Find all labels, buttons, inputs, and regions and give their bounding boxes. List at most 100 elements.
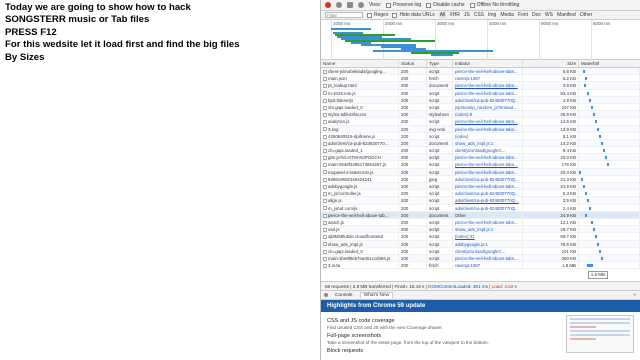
request-name[interactable]: m_js/ud.com/js — [321, 204, 399, 211]
table-row[interactable]: ads/client/ca-pub-824830770... 200 documen… — [321, 139, 640, 148]
request-name[interactable]: mopanel-2-latest.min.js — [321, 168, 399, 175]
request-name[interactable]: 828619692346424241 — [321, 175, 399, 182]
filter-input[interactable]: Filter — [325, 12, 363, 18]
request-initiator[interactable]: pierce-the-veil-hell-above-tabs... — [453, 118, 523, 125]
table-row[interactable]: styles.5dfe42faccss 200 stylesheet (index):… — [321, 111, 640, 119]
filter-type-media[interactable]: Media — [499, 12, 515, 18]
request-initiator[interactable]: pierce-the-veil-hell-above-tabs... — [453, 254, 523, 262]
request-name[interactable]: pt_lookup.html — [321, 82, 399, 89]
initiator-link[interactable]: Other — [455, 213, 466, 218]
tab-console[interactable]: Console — [332, 293, 356, 298]
request-initiator[interactable]: Other — [453, 211, 523, 218]
initiator-link[interactable]: (index) — [455, 134, 468, 139]
column-header-status[interactable]: Status — [399, 60, 427, 67]
initiator-link[interactable]: (index):8 — [455, 112, 472, 117]
initiator-link[interactable]: pierce-the-veil-hell-above-tabs... — [455, 119, 518, 124]
initiator-link[interactable]: client/js/onload/googleC... — [455, 148, 505, 153]
clear-icon[interactable] — [336, 2, 342, 8]
request-name[interactable]: watch.js — [321, 218, 399, 226]
request-name[interactable]: pierce-the-veil-hell-above-tab... — [321, 211, 399, 218]
request-initiator[interactable]: ads/client/ca-pub-824830770Q... — [453, 197, 523, 204]
request-name[interactable]: osd.js — [321, 226, 399, 233]
request-initiator[interactable]: ads/client/ca-pub-824830770Q... — [453, 96, 523, 103]
initiator-link[interactable]: pierce-the-veil-hell-above-tabs... — [455, 170, 518, 175]
request-name[interactable]: cb=gapi.loaded_1 — [321, 147, 399, 154]
request-name[interactable]: adsbygoogle.js — [321, 183, 399, 190]
table-row[interactable]: gtm.js?id=GTM-NJPGGCH 200 script pierce-the… — [321, 154, 640, 162]
request-name[interactable]: styles.5dfe42faccss — [321, 111, 399, 118]
table-row[interactable]: pierce-the-veil-hell-above-tab... 200 docu… — [321, 211, 640, 219]
request-initiator[interactable]: (index):31 — [453, 233, 523, 240]
filter-type-font[interactable]: Font — [517, 12, 529, 18]
initiator-link[interactable]: pierce-the-veil-hell-above-tabs... — [455, 127, 518, 132]
filter-type-js[interactable]: JS — [463, 12, 471, 18]
column-header-initiator[interactable]: Initiator — [453, 60, 523, 67]
table-row[interactable]: cb=gapi.loaded_0 200 script client/js/onloa… — [321, 247, 640, 255]
table-row[interactable]: main-0548f2495174851507.js 200 script pierc… — [321, 161, 640, 169]
request-name[interactable]: align.js — [321, 197, 399, 204]
request-initiator[interactable]: pierce-the-veil-hell-above-tabs... — [453, 161, 523, 168]
request-name[interactable]: main.json — [321, 75, 399, 82]
request-initiator[interactable]: show_ads_impl.js:1 — [453, 139, 523, 147]
initiator-link[interactable]: pierce-the-veil-hell-above-tabs... — [455, 256, 518, 261]
column-header-size[interactable]: Size — [523, 60, 579, 67]
request-name[interactable]: analytics.js — [321, 118, 399, 125]
disable-cache-checkbox[interactable]: Disable cache — [426, 2, 465, 8]
request-initiator[interactable]: ravenjs:1087 — [453, 75, 523, 82]
table-row[interactable]: main-1be8f9cb7ea451ccd494.js 200 script pie… — [321, 254, 640, 263]
initiator-link[interactable]: pierce-the-veil-hell-above-tabs... — [455, 155, 518, 160]
request-initiator[interactable]: show_ads_impl.js:1 — [453, 226, 523, 233]
table-row[interactable]: cb=gapi.loaded_1 200 script client/js/onloa… — [321, 147, 640, 155]
request-initiator[interactable]: ads/client/ca-pub-824830770Q... — [453, 190, 523, 197]
request-initiator[interactable]: pierce-the-veil-hell-above-tabs... — [453, 125, 523, 132]
request-name[interactable]: m-1026.min.js — [321, 89, 399, 96]
request-initiator[interactable]: pierce-the-veil-hell-above-tabs... — [453, 168, 523, 175]
request-name[interactable]: sbr.gapi.loaded_0 — [321, 103, 399, 111]
initiator-link[interactable]: pierce-the-veil-hell-above-tabs... — [455, 69, 518, 74]
request-initiator[interactable]: adsbygoogle.js:1 — [453, 240, 523, 247]
request-initiator[interactable]: client/js/onload/googleC... — [453, 247, 523, 254]
filter-type-all[interactable]: All — [438, 12, 447, 18]
table-row[interactable]: client-js/mobile/ads/googleg... 200 script… — [321, 68, 640, 76]
initiator-link[interactable]: ads/client/ca-pub-824830770Q... — [455, 98, 519, 103]
table-row[interactable]: watch.js 200 script pierce-the-veil-hell-ab… — [321, 218, 640, 227]
preserve-log-checkbox[interactable]: Preserve log — [386, 2, 421, 8]
table-row[interactable]: analytics.js 200 script pierce-the-veil-hel… — [321, 118, 640, 126]
request-name[interactable]: client-js/mobile/ads/googleg... — [321, 68, 399, 75]
request-name[interactable]: gtm.js?id=GTM-NJPGGCH — [321, 154, 399, 161]
column-header-type[interactable]: Type — [427, 60, 453, 67]
filter-type-xhr[interactable]: XHR — [448, 12, 461, 18]
initiator-link[interactable]: ads/client/ca-pub-824830770Q... — [455, 177, 519, 182]
filter-icon[interactable] — [358, 2, 364, 8]
close-icon[interactable]: × — [633, 293, 636, 298]
column-header-waterfall[interactable]: Waterfall — [579, 60, 640, 67]
table-row[interactable]: main.json 200 fetch ravenjs:1087 5.2 KB — [321, 75, 640, 83]
filter-type-ws[interactable]: WS — [544, 12, 554, 18]
initiator-link[interactable]: pierce-the-veil-hell-above-tabs... — [455, 220, 518, 225]
table-row[interactable]: sbr.gapi.loaded_0 200 script jspstonelp_ran… — [321, 103, 640, 112]
initiator-link[interactable]: ads/client/ca-pub-824830770Q... — [455, 206, 519, 211]
initiator-link[interactable]: pierce-the-veil-hell-above-tabs... — [455, 162, 518, 167]
request-initiator[interactable]: client/js/onload/googleC... — [453, 147, 523, 154]
drawer-menu-icon[interactable] — [324, 293, 328, 297]
request-initiator[interactable]: pierce-the-veil-hell-above-tabs... — [453, 89, 523, 96]
filter-type-img[interactable]: Img — [487, 12, 497, 18]
filter-type-css[interactable]: CSS — [473, 12, 485, 18]
table-row[interactable]: align.js 200 script ads/client/ca-pub-82483… — [321, 197, 640, 205]
initiator-link[interactable]: ravenjs:1087 — [455, 263, 480, 268]
request-name[interactable]: dji9M28kddie.cloud/frontend — [321, 233, 399, 240]
regex-checkbox[interactable]: Regex — [367, 12, 388, 18]
filter-type-doc[interactable]: Doc — [531, 12, 542, 18]
request-initiator[interactable]: ads/client/ca-pub-824830770Q... — [453, 204, 523, 211]
request-initiator[interactable]: pierce-the-veil-hell-above-tabs... — [453, 82, 523, 89]
filter-type-manifest[interactable]: Manifest — [556, 12, 577, 18]
hide-data-urls-checkbox[interactable]: Hide data URLs — [392, 12, 435, 18]
initiator-link[interactable]: show_ads_impl.js:1 — [455, 227, 493, 232]
table-row[interactable]: bp3.fstenerjs 200 script ads/client/ca-pub-… — [321, 96, 640, 104]
table-row[interactable]: dji9M28kddie.cloud/frontend 200 script (ind… — [321, 233, 640, 241]
tab-whats-new[interactable]: What's New — [359, 292, 394, 298]
request-name[interactable]: 4250840516-dpiframe.js — [321, 132, 399, 139]
request-name[interactable]: m_js/controller.js — [321, 190, 399, 197]
record-icon[interactable] — [325, 2, 331, 8]
request-initiator[interactable]: pierce-the-veil-hell-above-tabs... — [453, 218, 523, 226]
